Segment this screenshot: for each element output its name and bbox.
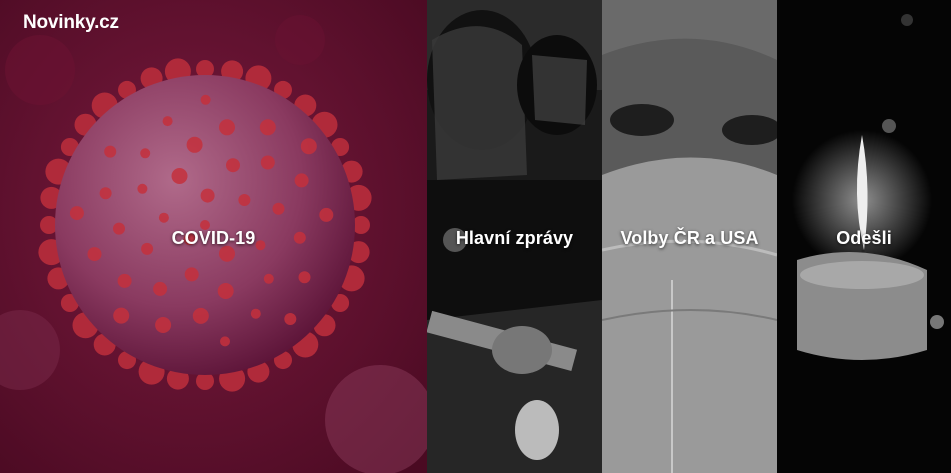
panel-hlavni-zpravy[interactable]: Hlavní zprávy — [427, 0, 602, 473]
panel-hlavni-zpravy-label: Hlavní zprávy — [455, 228, 574, 248]
panel-odesli[interactable]: Odešli — [777, 0, 951, 473]
panel-volby[interactable]: Volby ČR a USA — [602, 0, 777, 473]
category-showcase: COVID-19 Hlavní zprávy Volby ČR a USA Od… — [0, 0, 951, 473]
panel-covid-label: COVID-19 — [171, 228, 256, 248]
panel-covid[interactable]: COVID-19 — [0, 0, 427, 473]
panel-odesli-label: Odešli — [836, 228, 892, 248]
panel-volby-label: Volby ČR a USA — [620, 228, 759, 248]
site-logo[interactable]: Novinky.cz — [23, 12, 119, 34]
